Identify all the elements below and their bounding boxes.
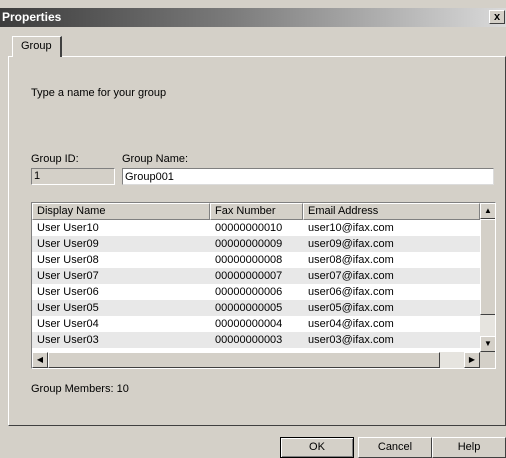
scroll-right-button[interactable]: ▶ xyxy=(464,352,480,368)
cell-email-address: user03@ifax.com xyxy=(308,334,394,346)
ok-button[interactable]: OK xyxy=(280,437,354,458)
cell-display-name: User User03 xyxy=(37,334,99,346)
cell-fax-number: 00000000008 xyxy=(215,254,283,266)
horizontal-scroll-thumb[interactable] xyxy=(48,352,440,368)
chevron-down-icon: ▼ xyxy=(484,339,492,348)
cell-fax-number: 00000000005 xyxy=(215,302,283,314)
cancel-button[interactable]: Cancel xyxy=(358,437,432,458)
table-row[interactable]: User User08 00000000008 user08@ifax.com xyxy=(32,252,480,268)
cell-fax-number: 00000000004 xyxy=(215,318,283,330)
scroll-left-button[interactable]: ◀ xyxy=(32,352,48,368)
scroll-up-button[interactable]: ▲ xyxy=(480,203,495,219)
column-header-email-address[interactable]: Email Address xyxy=(303,203,480,220)
group-name-label: Group Name: xyxy=(122,153,189,165)
table-row[interactable]: User User07 00000000007 user07@ifax.com xyxy=(32,268,480,284)
horizontal-scrollbar[interactable]: ◀ ▶ xyxy=(32,352,480,368)
cell-email-address: user08@ifax.com xyxy=(308,254,394,266)
chevron-left-icon: ◀ xyxy=(36,355,44,364)
properties-dialog: Properties x Group Type a name for your … xyxy=(0,0,506,458)
group-id-label: Group ID: xyxy=(31,153,79,165)
cell-email-address: user04@ifax.com xyxy=(308,318,394,330)
cell-email-address: user06@ifax.com xyxy=(308,286,394,298)
vertical-scroll-thumb[interactable] xyxy=(480,219,495,315)
help-button[interactable]: Help xyxy=(432,437,506,458)
cell-fax-number: 00000000006 xyxy=(215,286,283,298)
chevron-right-icon: ▶ xyxy=(468,355,476,364)
cell-fax-number: 00000000007 xyxy=(215,270,283,282)
scroll-down-button[interactable]: ▼ xyxy=(480,336,495,352)
chevron-up-icon: ▲ xyxy=(484,206,492,215)
scrollbar-corner xyxy=(480,352,495,368)
members-list[interactable]: Display Name Fax Number Email Address Us… xyxy=(31,202,496,369)
tab-group[interactable]: Group xyxy=(12,36,62,57)
column-header-fax-number[interactable]: Fax Number xyxy=(210,203,303,220)
table-rows: User User10 00000000010 user10@ifax.com … xyxy=(32,220,480,348)
cell-email-address: user09@ifax.com xyxy=(308,238,394,250)
instruction-text: Type a name for your group xyxy=(31,87,167,99)
group-id-field: 1 xyxy=(31,168,115,185)
cell-fax-number: 00000000003 xyxy=(215,334,283,346)
title-bar: Properties x xyxy=(0,8,506,27)
cell-display-name: User User08 xyxy=(37,254,99,266)
close-icon: x xyxy=(493,11,501,23)
cell-email-address: user05@ifax.com xyxy=(308,302,394,314)
cell-display-name: User User07 xyxy=(37,270,99,282)
vertical-scrollbar[interactable]: ▲ ▼ xyxy=(480,203,495,352)
cell-email-address: user10@ifax.com xyxy=(308,222,394,234)
table-row[interactable]: User User04 00000000004 user04@ifax.com xyxy=(32,316,480,332)
cell-display-name: User User05 xyxy=(37,302,99,314)
cell-display-name: User User06 xyxy=(37,286,99,298)
window-title: Properties xyxy=(2,10,62,24)
table-row[interactable]: User User06 00000000006 user06@ifax.com xyxy=(32,284,480,300)
cell-display-name: User User09 xyxy=(37,238,99,250)
group-name-input[interactable] xyxy=(122,168,494,185)
cell-email-address: user07@ifax.com xyxy=(308,270,394,282)
column-header-display-name[interactable]: Display Name xyxy=(32,203,210,220)
tab-group-label: Group xyxy=(21,40,52,52)
cell-display-name: User User04 xyxy=(37,318,99,330)
cell-fax-number: 00000000009 xyxy=(215,238,283,250)
table-row[interactable]: User User10 00000000010 user10@ifax.com xyxy=(32,220,480,236)
cell-fax-number: 00000000010 xyxy=(215,222,283,234)
table-row[interactable]: User User05 00000000005 user05@ifax.com xyxy=(32,300,480,316)
close-button[interactable]: x xyxy=(489,10,505,24)
table-row[interactable]: User User09 00000000009 user09@ifax.com xyxy=(32,236,480,252)
table-row[interactable]: User User03 00000000003 user03@ifax.com xyxy=(32,332,480,348)
cell-display-name: User User10 xyxy=(37,222,99,234)
group-members-count: Group Members: 10 xyxy=(31,383,129,395)
